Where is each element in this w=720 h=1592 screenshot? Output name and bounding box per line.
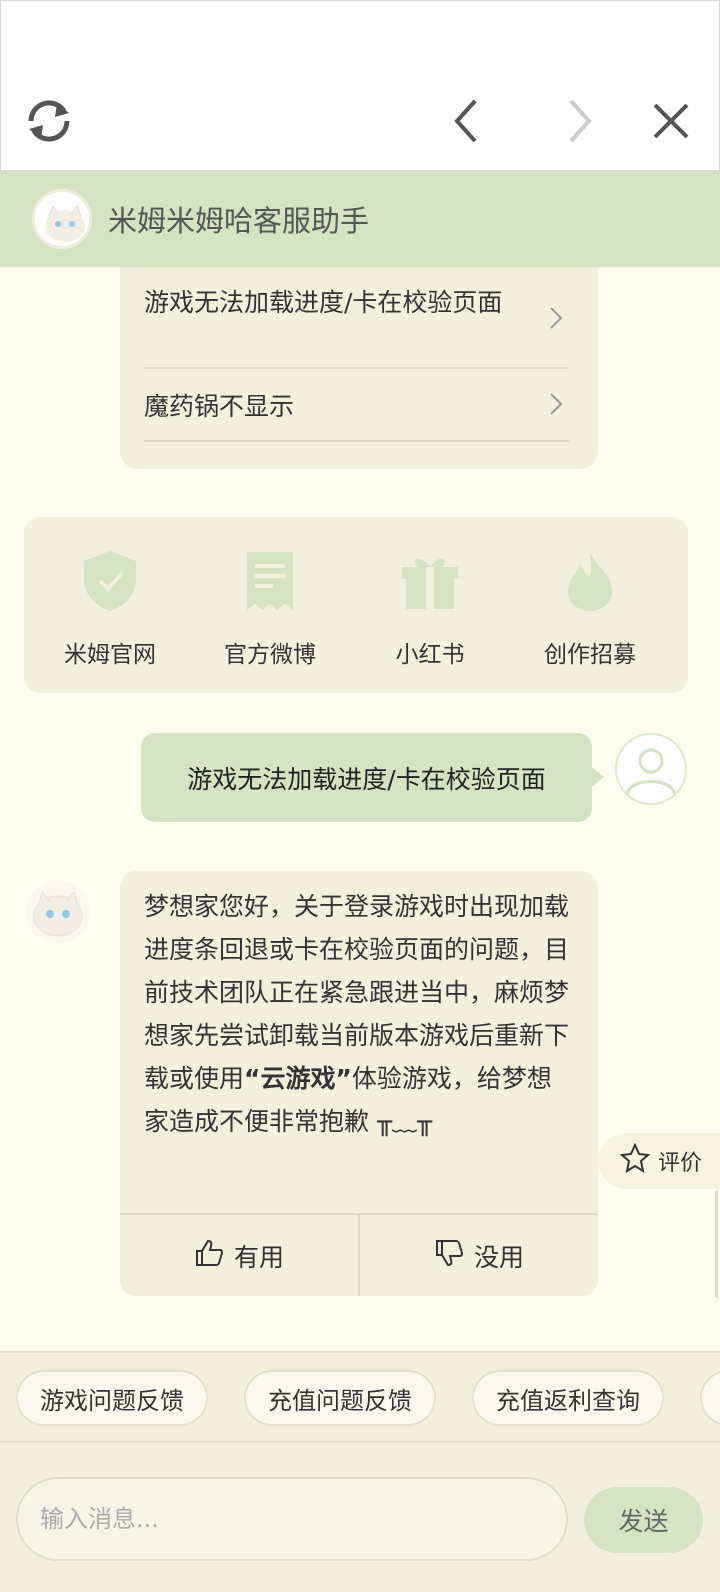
chat-header: 米姆米姆哈客服助手 [0, 171, 720, 267]
quick-links: 米姆官网 官方微博 小红书 创作招募 [24, 517, 688, 693]
feedback-actions: 有用 没用 [120, 1213, 598, 1296]
chip-recharge-feedback[interactable]: 充值问题反馈 [244, 1370, 436, 1426]
star-icon [619, 1142, 651, 1179]
link-creator-recruit[interactable]: 创作招募 [520, 537, 660, 677]
rate-label: 评价 [658, 1151, 703, 1176]
useful-button[interactable]: 有用 [120, 1215, 358, 1296]
link-label: 创作招募 [544, 642, 636, 668]
useless-label: 没用 [473, 1242, 524, 1272]
rate-button[interactable]: 评价 [598, 1133, 720, 1189]
useful-label: 有用 [233, 1242, 284, 1272]
link-xiaohongshu[interactable]: 小红书 [360, 537, 500, 677]
assistant-reply-card: 梦想家您好，关于登录游戏时出现加载进度条回退或卡在校验页面的问题，目前技术团队正… [120, 871, 598, 1296]
quick-reply-bar: 游戏问题反馈 充值问题反馈 充值返利查询 [0, 1351, 720, 1441]
faq-item[interactable]: 游戏无法加载进度/卡在校验页面 [144, 277, 569, 369]
chip-more[interactable] [700, 1370, 720, 1426]
faq-list: 游戏无法加载进度/卡在校验页面 魔药锅不显示 [120, 267, 598, 469]
message-input[interactable] [16, 1477, 568, 1561]
chip-rebate-query[interactable]: 充值返利查询 [472, 1370, 664, 1426]
send-button[interactable]: 发送 [584, 1487, 703, 1553]
shield-check-icon [82, 547, 138, 615]
refresh-icon[interactable] [21, 93, 77, 149]
chevron-right-icon [549, 388, 563, 428]
link-official-site[interactable]: 米姆官网 [40, 537, 180, 677]
chip-game-feedback[interactable]: 游戏问题反馈 [16, 1370, 208, 1426]
thumbs-up-icon [194, 1238, 224, 1274]
faq-item-label: 游戏无法加载进度/卡在校验页面 [144, 288, 503, 317]
close-icon[interactable] [643, 93, 699, 149]
assistant-avatar [32, 189, 92, 249]
user-avatar-icon [615, 733, 687, 805]
reply-text-bold: “云游戏” [244, 1064, 352, 1093]
link-label: 米姆官网 [64, 642, 156, 668]
reply-text-part: 梦想家您好，关于登录游戏时出现加载进度条回退或卡在校验页面的问题，目前技术团队正… [144, 892, 570, 1093]
link-label: 小红书 [395, 642, 465, 668]
flame-icon [564, 547, 616, 615]
faq-item[interactable]: 魔药锅不显示 [144, 375, 569, 442]
assistant-reply-text: 梦想家您好，关于登录游戏时出现加载进度条回退或卡在校验页面的问题，目前技术团队正… [144, 885, 574, 1143]
header-title: 米姆米姆哈客服助手 [108, 204, 370, 238]
browser-toolbar [0, 0, 720, 171]
faq-item-label: 魔药锅不显示 [144, 392, 295, 421]
link-label: 官方微博 [224, 642, 316, 668]
useless-button[interactable]: 没用 [358, 1215, 598, 1296]
user-message-text: 游戏无法加载进度/卡在校验页面 [187, 764, 546, 794]
assistant-avatar [26, 880, 90, 944]
chevron-left-icon[interactable] [439, 93, 495, 149]
user-message-bubble: 游戏无法加载进度/卡在校验页面 [141, 733, 604, 822]
gift-icon [400, 547, 460, 615]
thumbs-down-icon [434, 1238, 464, 1274]
link-weibo[interactable]: 官方微博 [200, 537, 340, 677]
scrollbar[interactable] [715, 1190, 718, 1298]
document-icon [245, 547, 295, 615]
chevron-right-icon[interactable] [551, 93, 607, 149]
chevron-right-icon [549, 302, 563, 342]
message-input-bar: 发送 [0, 1441, 720, 1592]
